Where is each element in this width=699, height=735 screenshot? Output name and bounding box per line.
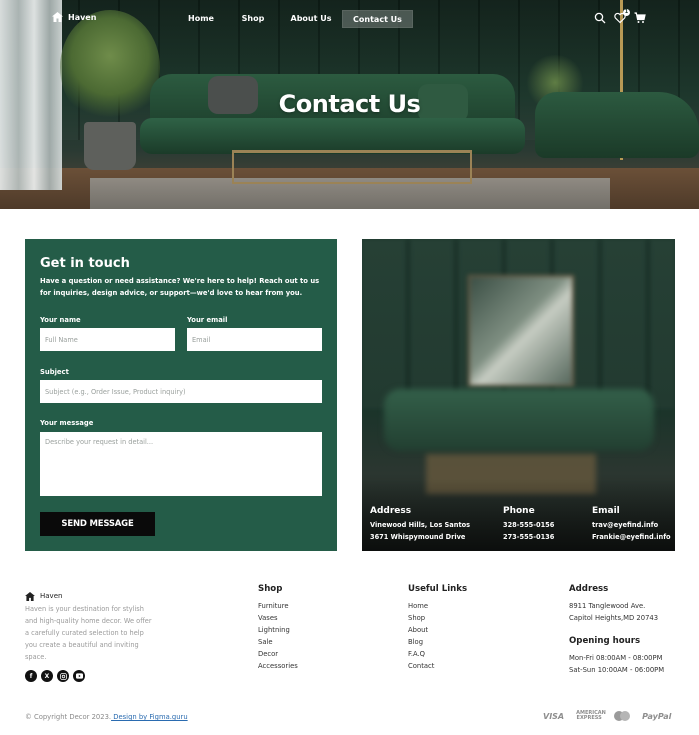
- footer-link-lightning[interactable]: Lightning: [258, 624, 298, 636]
- name-field[interactable]: Full Name: [40, 328, 175, 351]
- hero-sofa-seat: [140, 118, 525, 154]
- subject-field[interactable]: Subject (e.g., Order Issue, Product inqu…: [40, 380, 322, 403]
- message-textarea[interactable]: Describe your request in detail...: [40, 432, 322, 496]
- x-icon[interactable]: X: [41, 670, 53, 682]
- contact-address-line: Vinewood Hills, Los Santos: [370, 521, 471, 529]
- contact-address: Address Vinewood Hills, Los Santos 3671 …: [370, 506, 470, 543]
- youtube-icon[interactable]: [73, 670, 85, 682]
- instagram-icon[interactable]: [57, 670, 69, 682]
- contact-email-heading: Email: [592, 506, 620, 516]
- nav-item-about-us[interactable]: About Us: [288, 10, 334, 28]
- footer-hours-line: Mon-Fri 08:00AM - 08:00PM: [569, 654, 663, 662]
- footer-link-blog[interactable]: Blog: [408, 636, 467, 648]
- footer-link-decor[interactable]: Decor: [258, 648, 298, 660]
- hero-plant-pot: [84, 122, 136, 170]
- footer-link-shop[interactable]: Shop: [408, 612, 467, 624]
- form-title: Get in touch: [40, 256, 130, 271]
- footer-about-text: Haven is your destination for stylish an…: [25, 605, 152, 661]
- top-navigation: Haven Home Shop About Us Contact Us 1: [0, 0, 699, 38]
- message-label: Your message: [40, 419, 94, 427]
- nav-item-home[interactable]: Home: [185, 10, 217, 28]
- footer-link-furniture[interactable]: Furniture: [258, 600, 298, 612]
- wishlist-count-badge: 1: [623, 9, 630, 16]
- footer-address-column: Address 8911 Tanglewood Ave. Capitol Hei…: [569, 584, 664, 676]
- copyright-text: © Copyright Decor 2023.: [25, 713, 112, 721]
- footer-hours-line: Sat-Sun 10:00AM - 06:00PM: [569, 666, 665, 674]
- contact-phone-heading: Phone: [503, 506, 535, 516]
- nav-actions: 1: [594, 9, 646, 24]
- nav-item-shop[interactable]: Shop: [240, 10, 266, 28]
- footer-useful-links-heading: Useful Links: [408, 584, 468, 594]
- contact-form: Get in touch Have a question or need ass…: [25, 239, 337, 551]
- facebook-icon[interactable]: f: [25, 670, 37, 682]
- name-label: Your name: [40, 316, 81, 324]
- search-icon[interactable]: [594, 12, 606, 24]
- hero-coffee-table: [232, 150, 472, 184]
- designer-credit-link[interactable]: Design by Figma.guru: [111, 713, 187, 721]
- footer-address-line: Capitol Heights,MD 20743: [569, 614, 659, 622]
- footer-link-home[interactable]: Home: [408, 600, 467, 612]
- footer-useful-links-column: Useful Links Home Shop About Blog F.A.Q …: [408, 584, 467, 672]
- email-field[interactable]: Email: [187, 328, 322, 351]
- contact-address-heading: Address: [370, 506, 412, 516]
- footer-link-accessories[interactable]: Accessories: [258, 660, 298, 672]
- cart-icon[interactable]: [634, 12, 646, 24]
- email-label: Your email: [187, 316, 228, 324]
- footer-shop-column: Shop Furniture Vases Lightning Sale Deco…: [258, 584, 298, 672]
- footer-brand-name: Haven: [40, 591, 63, 600]
- payment-methods: VISA AMERICAN EXPRESS PayPal: [543, 711, 671, 721]
- contact-phone: Phone 328-555-0156 273-555-0136: [503, 506, 554, 543]
- social-links: f X: [25, 670, 85, 682]
- contact-email: Email trav@eyefind.info Frankie@eyefind.…: [592, 506, 671, 543]
- footer-shop-heading: Shop: [258, 584, 283, 594]
- footer-link-sale[interactable]: Sale: [258, 636, 298, 648]
- heart-icon[interactable]: 1: [614, 9, 630, 24]
- nav-item-contact-us[interactable]: Contact Us: [342, 10, 413, 28]
- subject-label: Subject: [40, 368, 69, 376]
- send-message-button[interactable]: SEND MESSAGE: [40, 512, 155, 536]
- page-title: Contact Us: [278, 90, 421, 118]
- contact-email-line[interactable]: Frankie@eyefind.info: [592, 531, 671, 543]
- contact-email-line[interactable]: trav@eyefind.info: [592, 519, 671, 531]
- amex-icon: AMERICAN EXPRESS: [576, 710, 606, 721]
- contact-photo-card: Address Vinewood Hills, Los Santos 3671 …: [362, 239, 675, 551]
- hero-banner: Haven Home Shop About Us Contact Us 1 Co…: [0, 0, 699, 209]
- footer-link-about[interactable]: About: [408, 624, 467, 636]
- footer-address-line: 8911 Tanglewood Ave.: [569, 602, 646, 610]
- copyright: © Copyright Decor 2023. Design by Figma.…: [25, 713, 188, 721]
- footer-link-contact[interactable]: Contact: [408, 660, 467, 672]
- footer-address-heading: Address: [569, 584, 609, 594]
- footer-hours-heading: Opening hours: [569, 636, 641, 646]
- contact-phone-line[interactable]: 328-555-0156: [503, 519, 554, 531]
- contact-phone-line[interactable]: 273-555-0136: [503, 531, 554, 543]
- paypal-icon: PayPal: [642, 711, 672, 721]
- footer-link-faq[interactable]: F.A.Q: [408, 648, 467, 660]
- photo-sofa: [384, 389, 654, 451]
- photo-wall-art: [468, 275, 574, 387]
- visa-icon: VISA: [543, 711, 565, 721]
- form-description: Have a question or need assistance? We'r…: [40, 277, 320, 297]
- footer-link-vases[interactable]: Vases: [258, 612, 298, 624]
- mastercard-icon: [614, 711, 631, 721]
- contact-address-line: 3671 Whispymound Drive: [370, 533, 466, 541]
